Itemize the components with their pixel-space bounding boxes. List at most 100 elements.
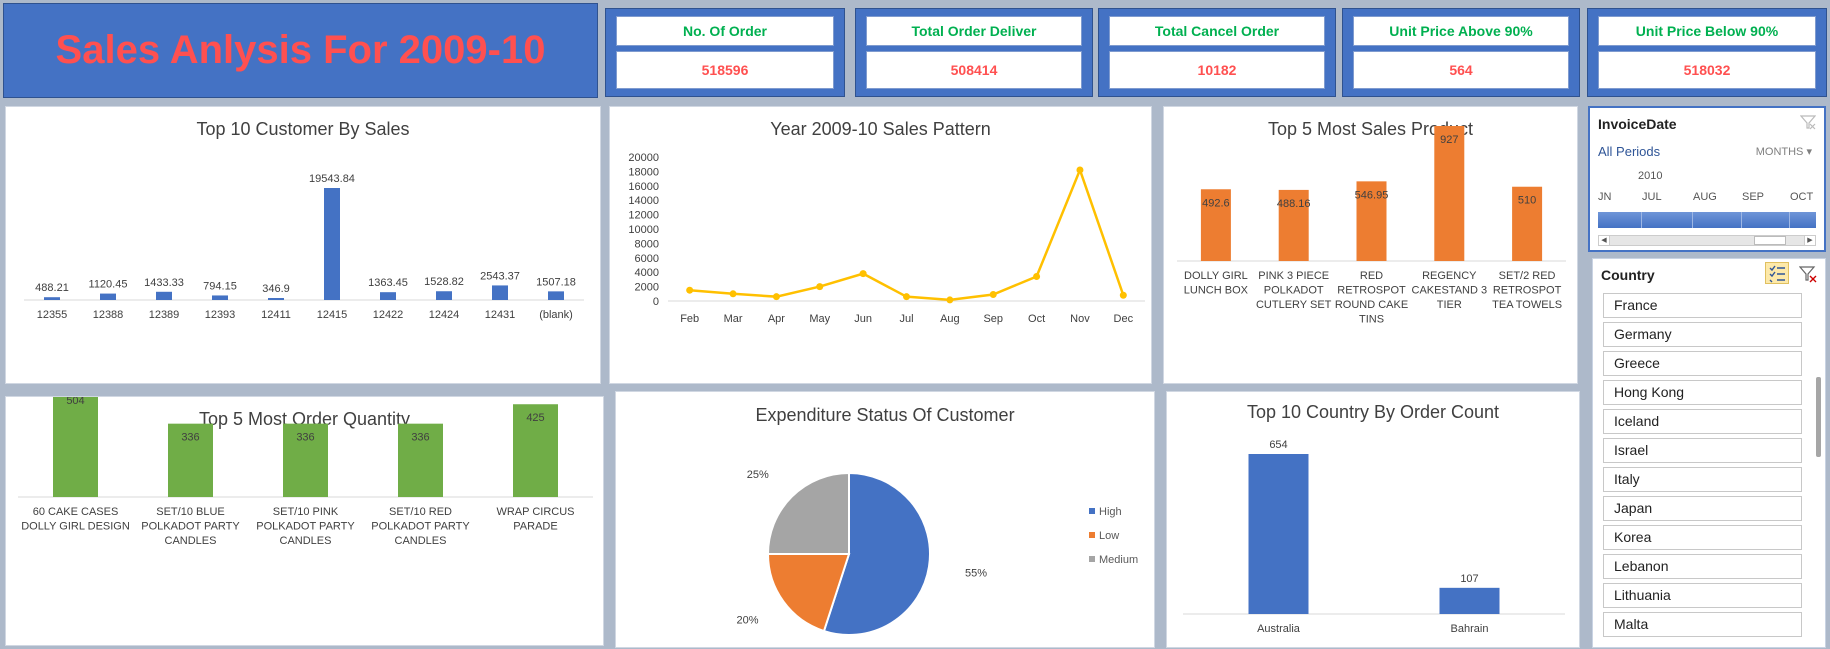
slicer-item-israel[interactable]: Israel [1603, 438, 1802, 463]
timeline-scroll-thumb[interactable] [1754, 236, 1786, 245]
kpi-value: 10182 [1109, 51, 1325, 89]
slicer-item-lithuania[interactable]: Lithuania [1603, 583, 1802, 608]
category-label: SET/10 BLUE [156, 506, 224, 518]
chart-top-country[interactable]: Top 10 Country By Order Count 654 Austral… [1166, 391, 1580, 648]
category-label: RED [1360, 270, 1383, 282]
top-country-svg: 654 Australia 107 Bahrain [1183, 439, 1565, 635]
category-label: 12355 [37, 309, 68, 321]
kpi-card-cancelled: Total Cancel Order 10182 [1098, 8, 1336, 97]
y-tick-label: 8000 [635, 238, 659, 250]
category-label: SET/10 PINK [273, 506, 339, 518]
timeline-year: 2010 [1638, 170, 1663, 182]
category-label: PINK 3 PIECE [1258, 270, 1329, 282]
slicer-item-japan[interactable]: Japan [1603, 496, 1802, 521]
chart-expenditure[interactable]: Expenditure Status Of Customer 55% 20% 25%… [615, 391, 1155, 648]
category-label: POLKADOT PARTY [371, 521, 470, 533]
data-label: 1528.82 [424, 276, 464, 288]
category-label: ROUND CAKE [1335, 299, 1408, 311]
legend-swatch [1089, 508, 1095, 514]
category-label: TEA TOWELS [1492, 299, 1562, 311]
data-label: 504 [66, 397, 84, 407]
data-point [903, 293, 910, 301]
slicer-item-hong-kong[interactable]: Hong Kong [1603, 380, 1802, 405]
chart-top-products[interactable]: Top 5 Most Sales Product 492.6 DOLLY GIRL… [1163, 106, 1578, 384]
bar [324, 188, 340, 300]
timeline-period-bar[interactable] [1598, 212, 1816, 228]
data-label: 794.15 [203, 280, 237, 292]
category-label: RETROSPOT [1493, 285, 1562, 297]
slicer-item-korea[interactable]: Korea [1603, 525, 1802, 550]
category-label: SET/2 RED [1499, 270, 1556, 282]
sales-line [689, 166, 1125, 302]
x-tick-label: Aug [940, 313, 960, 325]
kpi-value: 508414 [866, 51, 1082, 89]
data-point [859, 270, 867, 278]
data-point [946, 296, 954, 304]
country-slicer[interactable]: Country France Germany Greece Hong Kong Icel… [1592, 258, 1826, 648]
slicer-item-italy[interactable]: Italy [1603, 467, 1802, 492]
category-label: LUNCH BOX [1184, 285, 1249, 297]
category-label: 12431 [485, 309, 516, 321]
data-label: 1507.18 [536, 276, 576, 288]
category-label: DOLLY GIRL [1184, 270, 1248, 282]
data-label: 510 [1518, 195, 1536, 207]
country-scrollbar[interactable] [1816, 377, 1821, 457]
data-label: 546.95 [1355, 189, 1389, 201]
bar [1434, 126, 1465, 261]
invoice-date-timeline[interactable]: InvoiceDate All Periods MONTHS ▾ 2010 JN… [1588, 106, 1826, 252]
timeline-level-label: MONTHS [1755, 146, 1804, 158]
kpi-card-orders: No. Of Order 518596 [605, 8, 845, 97]
multi-select-icon[interactable] [1765, 262, 1789, 284]
category-label: CAKESTAND 3 [1412, 285, 1488, 297]
x-tick-label: Nov [1070, 313, 1090, 325]
y-tick-label: 6000 [635, 253, 659, 265]
timeline-scrollbar[interactable]: ◀ ▶ [1598, 235, 1816, 246]
scroll-right-icon[interactable]: ▶ [1804, 236, 1815, 245]
bar [212, 295, 228, 300]
slicer-item-malta[interactable]: Malta [1603, 612, 1802, 637]
data-label: 1120.45 [89, 279, 128, 291]
slicer-item-france[interactable]: France [1603, 293, 1802, 318]
y-tick-label: 2000 [635, 282, 659, 294]
slicer-item-lebanon[interactable]: Lebanon [1603, 554, 1802, 579]
kpi-label: Unit Price Above 90% [1353, 16, 1569, 46]
pie-data-label: 25% [747, 469, 769, 481]
chart-sales-pattern[interactable]: Year 2009-10 Sales Pattern 0 2000 4000 6000… [609, 106, 1152, 384]
chart-top-customers[interactable]: Top 10 Customer By Sales 488.21 12355 1120… [5, 106, 601, 384]
clear-filter-icon[interactable] [1798, 265, 1817, 283]
x-tick-label: Dec [1114, 313, 1134, 325]
kpi-card-price-above: Unit Price Above 90% 564 [1342, 8, 1580, 97]
bar [100, 293, 116, 300]
category-label: Bahrain [1451, 623, 1489, 635]
category-label: TIER [1437, 299, 1462, 311]
data-label: 425 [526, 412, 544, 424]
chevron-down-icon: ▾ [1806, 146, 1812, 158]
timeline-level-dropdown[interactable]: MONTHS ▾ [1756, 145, 1812, 158]
x-tick-label: Oct [1028, 313, 1045, 325]
y-tick-label: 12000 [628, 210, 659, 222]
category-label: POLKADOT PARTY [141, 521, 240, 533]
chart-order-quantity[interactable]: Top 5 Most Order Quantity 504 60 CAKE CAS… [5, 396, 604, 646]
data-point [729, 290, 737, 298]
category-label: (blank) [539, 309, 573, 321]
timeline-month-jn: JN [1598, 191, 1612, 203]
bar [268, 298, 284, 300]
category-label: 12388 [93, 309, 124, 321]
slicer-item-greece[interactable]: Greece [1603, 351, 1802, 376]
bar [380, 292, 396, 300]
pie-data-label: 20% [737, 615, 759, 627]
clear-filter-icon[interactable] [1799, 114, 1817, 130]
bar [1248, 454, 1309, 614]
category-label: RETROSPOT [1337, 285, 1406, 297]
category-label: DOLLY GIRL DESIGN [21, 521, 130, 533]
data-label: 336 [181, 432, 199, 444]
category-label: 12411 [261, 309, 291, 321]
bar [548, 291, 564, 300]
y-tick-label: 14000 [628, 195, 659, 207]
timeline-month-jul: JUL [1642, 191, 1662, 203]
scroll-left-icon[interactable]: ◀ [1599, 236, 1610, 245]
y-tick-label: 4000 [635, 267, 659, 279]
slicer-item-germany[interactable]: Germany [1603, 322, 1802, 347]
category-label: POLKADOT PARTY [256, 521, 355, 533]
slicer-item-iceland[interactable]: Iceland [1603, 409, 1802, 434]
